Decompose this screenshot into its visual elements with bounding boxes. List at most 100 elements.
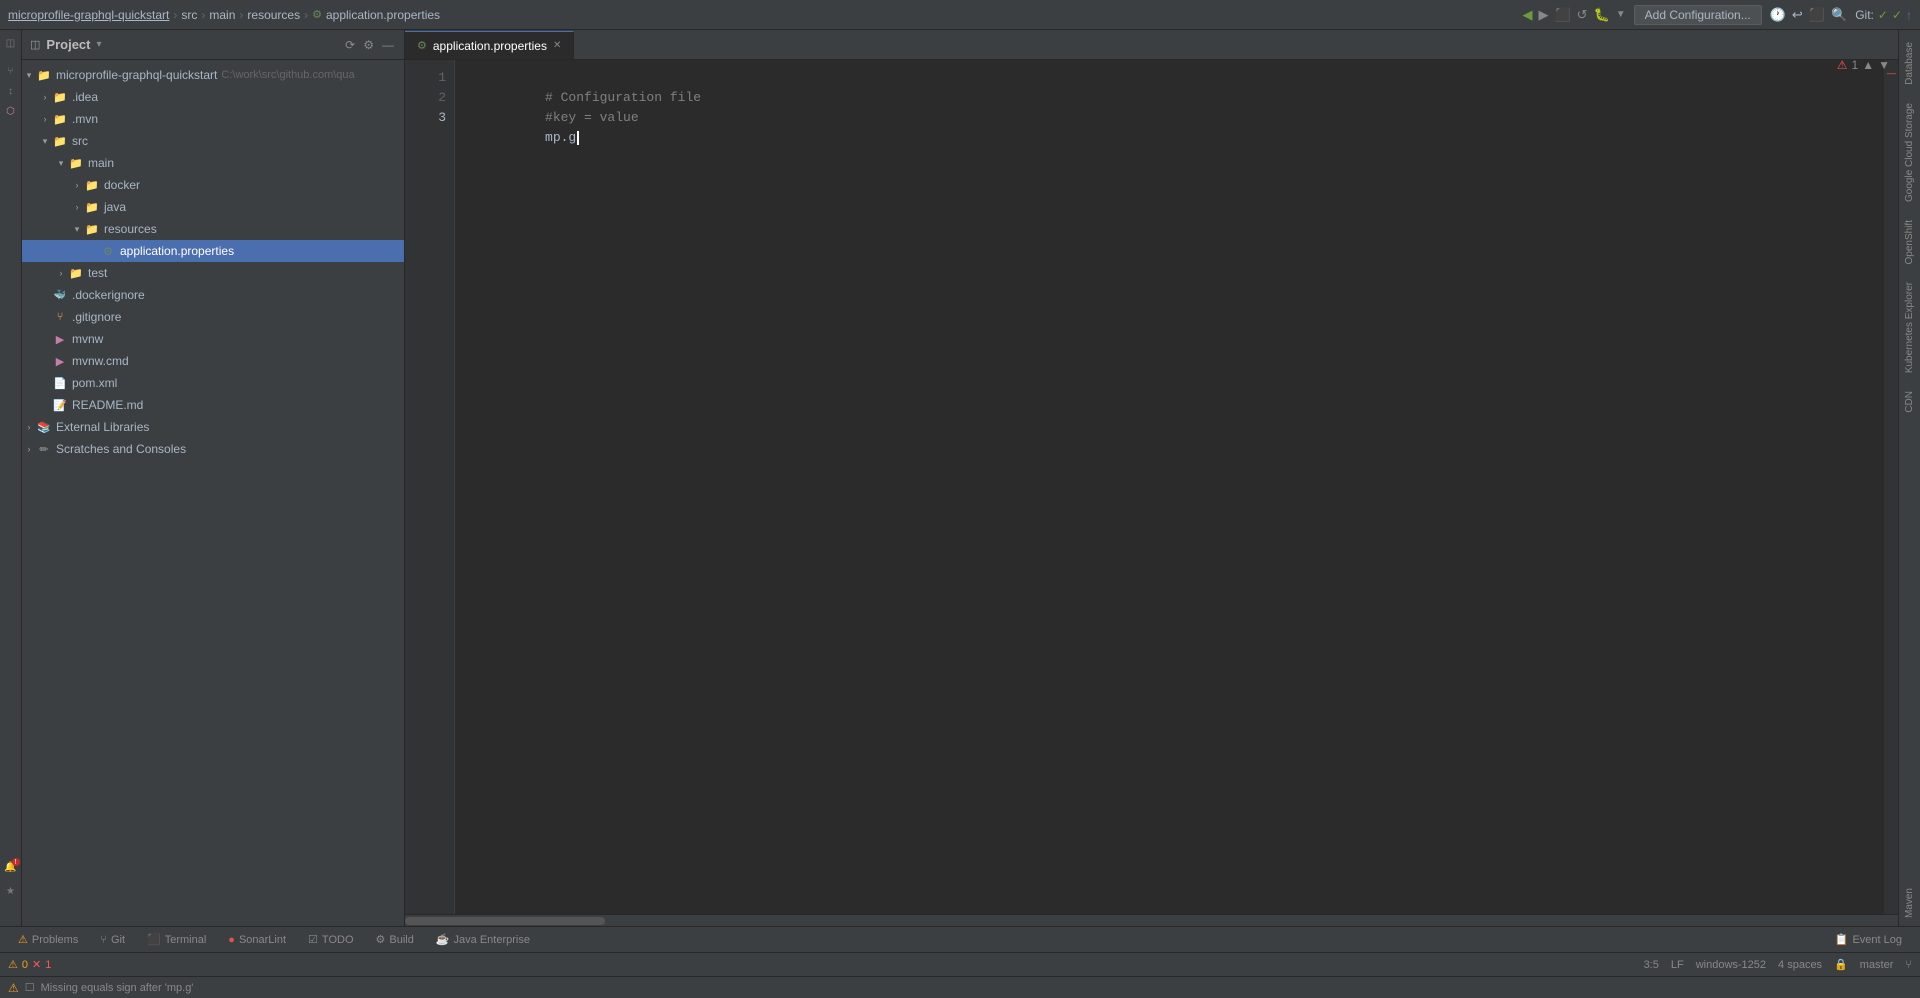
- breadcrumb-resources[interactable]: resources: [247, 8, 300, 22]
- tree-item-scratches[interactable]: › ✏ Scratches and Consoles: [22, 438, 404, 460]
- favorites-icon[interactable]: ★: [2, 882, 20, 900]
- git-tick-icon[interactable]: ✓: [1892, 8, 1902, 22]
- status-vcs[interactable]: master: [1860, 958, 1894, 971]
- project-view-icon[interactable]: ◫: [2, 34, 20, 52]
- tab-app-properties[interactable]: ⚙ application.properties ✕: [405, 31, 574, 59]
- todo-tab[interactable]: ☑ TODO: [298, 931, 363, 948]
- readme-icon: 📝: [52, 399, 68, 412]
- status-position[interactable]: 3:5: [1644, 958, 1659, 971]
- tree-item-docker[interactable]: › 📁 docker: [22, 174, 404, 196]
- git-check-icon[interactable]: ✓: [1878, 8, 1888, 22]
- tab-close-button[interactable]: ✕: [553, 40, 561, 51]
- dockerignore-icon: 🐳: [52, 290, 68, 301]
- todo-label: TODO: [322, 934, 354, 946]
- tree-item-external-libs[interactable]: › 📚 External Libraries: [22, 416, 404, 438]
- caret-up-icon[interactable]: ▲: [1862, 58, 1874, 72]
- kubernetes-tab[interactable]: Kubernetes Explorer: [1901, 274, 1918, 381]
- tree-item-mvnwcmd[interactable]: ▶ mvnw.cmd: [22, 350, 404, 372]
- clock-icon[interactable]: 🕐: [1770, 7, 1786, 23]
- dropdown-icon[interactable]: ▼: [1616, 9, 1626, 20]
- tree-item-mvnw[interactable]: ▶ mvnw: [22, 328, 404, 350]
- pull-request-icon[interactable]: ↕: [2, 82, 20, 100]
- breadcrumb-project[interactable]: microprofile-graphql-quickstart: [8, 8, 169, 22]
- notifications-icon[interactable]: 🔔 !: [2, 858, 20, 876]
- git-tab[interactable]: ⑂ Git: [90, 932, 135, 948]
- tree-item-idea[interactable]: › 📁 .idea: [22, 86, 404, 108]
- status-charset[interactable]: windows-1252: [1696, 958, 1766, 971]
- status-problems[interactable]: ⚠ 0 ✕ 1: [8, 958, 51, 971]
- external-libs-icon: 📚: [36, 421, 52, 434]
- project-panel-header: ◫ Project ▾ ⟳ ⚙ —: [22, 30, 404, 60]
- search-toolbar-icon[interactable]: 🔍: [1831, 7, 1847, 23]
- panel-chevron-icon[interactable]: ▾: [96, 39, 101, 50]
- settings-button[interactable]: ⚙: [361, 36, 376, 54]
- project-panel: ◫ Project ▾ ⟳ ⚙ — ▾ 📁 microprofile-graph…: [22, 30, 405, 926]
- horizontal-scrollbar[interactable]: [405, 914, 1898, 926]
- event-log-label: Event Log: [1852, 934, 1902, 946]
- mvnw-label: mvnw: [72, 332, 103, 346]
- tree-item-test[interactable]: › 📁 test: [22, 262, 404, 284]
- back-icon[interactable]: ◀: [1522, 7, 1532, 23]
- cdn-tab[interactable]: CDN: [1901, 383, 1918, 421]
- left-toolbar: ◫ ⑂ ↕ ⬡ 🔔 ! ★: [0, 30, 22, 926]
- add-configuration-button[interactable]: Add Configuration...: [1634, 5, 1762, 25]
- terminal-tab[interactable]: ⬛ Terminal: [137, 931, 216, 948]
- external-libs-label: External Libraries: [56, 420, 149, 434]
- repo-icon[interactable]: ⬛: [1809, 7, 1825, 23]
- stop-icon[interactable]: ⬛: [1554, 7, 1570, 23]
- idea-folder-icon: 📁: [52, 91, 68, 104]
- root-path: C:\work\src\github.com\qua: [221, 69, 354, 81]
- maven-tab[interactable]: Maven: [1901, 880, 1918, 926]
- java-enterprise-icon: ☕: [436, 933, 450, 946]
- minimize-button[interactable]: —: [380, 36, 396, 54]
- database-tab[interactable]: Database: [1901, 34, 1918, 93]
- src-label: src: [72, 134, 88, 148]
- commit-icon[interactable]: ⑂: [2, 62, 20, 80]
- breadcrumb-main[interactable]: main: [209, 8, 235, 22]
- tree-item-mvn[interactable]: › 📁 .mvn: [22, 108, 404, 130]
- openshift-tab[interactable]: OpenShift: [1901, 212, 1918, 272]
- event-log-button[interactable]: 📋 Event Log: [1825, 931, 1912, 948]
- tree-item-gitignore[interactable]: ⑂ .gitignore: [22, 306, 404, 328]
- sonarlint-label: SonarLint: [239, 934, 286, 946]
- problems-tab[interactable]: ⚠ Problems: [8, 931, 88, 948]
- sonarlint-tab[interactable]: ● SonarLint: [218, 932, 296, 948]
- gitignore-label: .gitignore: [72, 310, 121, 324]
- build-tab[interactable]: ⚙ Build: [366, 931, 424, 948]
- google-cloud-tab[interactable]: Google Cloud Storage: [1901, 95, 1918, 210]
- breadcrumb-file: ⚙ application.properties: [312, 8, 440, 22]
- h-scroll-thumb[interactable]: [405, 917, 605, 925]
- code-area[interactable]: # Configuration file #key = value mp.g: [455, 60, 1884, 914]
- tree-item-dockerignore[interactable]: 🐳 .dockerignore: [22, 284, 404, 306]
- git-tab-label: Git: [111, 934, 125, 946]
- bottom-bar: ⚠ Problems ⑂ Git ⬛ Terminal ● SonarLint …: [0, 926, 1920, 952]
- status-encoding[interactable]: LF: [1671, 958, 1684, 971]
- caret-down-icon[interactable]: ▼: [1878, 58, 1890, 72]
- tree-root[interactable]: ▾ 📁 microprofile-graphql-quickstart C:\w…: [22, 64, 404, 86]
- editor-area: ⚙ application.properties ✕ 1 2 3 # Confi…: [405, 30, 1898, 926]
- tree-item-main[interactable]: ▾ 📁 main: [22, 152, 404, 174]
- tree-item-app-properties[interactable]: ⚙ application.properties: [22, 240, 404, 262]
- git-status: Git: ✓ ✓ ↑: [1855, 8, 1912, 22]
- java-enterprise-tab[interactable]: ☕ Java Enterprise: [426, 931, 540, 948]
- editor-content[interactable]: 1 2 3 # Configuration file #key = value …: [405, 60, 1898, 914]
- rerun-icon[interactable]: ↺: [1577, 7, 1588, 23]
- sync-button[interactable]: ⟳: [343, 36, 357, 54]
- file-tree: ▾ 📁 microprofile-graphql-quickstart C:\w…: [22, 60, 404, 926]
- run-toolbar-icon[interactable]: ▶: [1538, 7, 1548, 23]
- git-push-icon[interactable]: ↑: [1906, 8, 1912, 22]
- tree-item-java[interactable]: › 📁 java: [22, 196, 404, 218]
- right-toolbar-icons: 🕐 ↩ ⬛ 🔍: [1770, 7, 1847, 23]
- debug-run-icon[interactable]: 🐛: [1594, 7, 1610, 23]
- tree-item-src[interactable]: ▾ 📁 src: [22, 130, 404, 152]
- tree-item-pomxml[interactable]: 📄 pom.xml: [22, 372, 404, 394]
- breadcrumb-src[interactable]: src: [181, 8, 197, 22]
- dockerignore-label: .dockerignore: [72, 288, 145, 302]
- undo-icon[interactable]: ↩: [1792, 7, 1803, 23]
- line-numbers: 1 2 3: [405, 60, 455, 914]
- tree-item-readme[interactable]: 📝 README.md: [22, 394, 404, 416]
- problems-label: Problems: [32, 934, 78, 946]
- vcs-icon[interactable]: ⬡: [2, 102, 20, 120]
- status-indent[interactable]: 4 spaces: [1778, 958, 1822, 971]
- tree-item-resources[interactable]: ▾ 📁 resources: [22, 218, 404, 240]
